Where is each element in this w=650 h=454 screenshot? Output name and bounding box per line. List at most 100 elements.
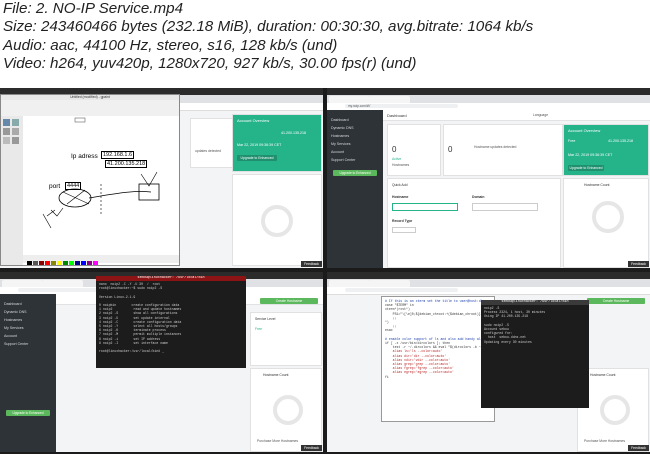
paint-toolbar: [1, 100, 179, 117]
feedback-button[interactable]: Feedback: [301, 261, 322, 267]
browser-urlbar: [327, 287, 650, 295]
terminal-window[interactable]: sebou@linuxhacker: /usr/local/bin noip2 …: [481, 300, 589, 408]
record-type-label: Record Type: [392, 219, 413, 223]
note-ip-local: 192.168.1.6: [101, 151, 135, 159]
terminal-window[interactable]: sebou@linuxhacker: /usr/local/bin nano n…: [96, 276, 246, 368]
sidebar-item-my-services[interactable]: My Services: [4, 326, 24, 330]
purchase-hostnames-link[interactable]: Purchase More Hostnames: [257, 439, 298, 443]
create-hostname-button[interactable]: Create Hostname: [587, 298, 645, 304]
paint-tools: [1, 116, 23, 265]
hostname-gauge: [600, 395, 630, 425]
paint-window: Untitled (modified) - gpaint Ip adress 1…: [0, 94, 180, 266]
color-palette[interactable]: [23, 255, 179, 265]
feedback-button[interactable]: Feedback: [628, 261, 649, 267]
hostname-count-card: Hostname Count Purchase More Hostnames: [250, 368, 322, 452]
account-overview-title: Account Overview: [568, 128, 601, 133]
sidebar-item-hostnames[interactable]: Hostnames: [331, 134, 349, 138]
active-label: Active: [392, 157, 402, 161]
system-topbar: [327, 272, 650, 279]
service-level-title: Service Level: [255, 317, 276, 321]
select-tool-icon[interactable]: [3, 119, 10, 126]
thumbnail-1: updates detected Account Overview 41.200…: [0, 88, 323, 268]
tab-noip[interactable]: [329, 280, 370, 287]
terminal-output: noip2 -S Process 2324, 1 host, 30 minutes…: [481, 305, 589, 345]
account-overview-title: Account Overview: [237, 118, 270, 123]
text-editor[interactable]: # If this is an xterm set the title to u…: [381, 296, 495, 422]
feedback-button[interactable]: Feedback: [301, 445, 322, 451]
account-overview-card: Account Overview Free 41.200.135.218 Mar…: [563, 124, 649, 176]
domain-select[interactable]: [472, 203, 538, 211]
sidebar-item-hostnames[interactable]: Hostnames: [4, 318, 22, 322]
noip-sidebar: Dashboard Dynamic DNS Hostnames My Servi…: [0, 294, 56, 452]
sidebar-item-support[interactable]: Support Center: [331, 158, 355, 162]
hostname-count-title: Hostname Count: [584, 183, 610, 187]
record-type-option[interactable]: [392, 227, 416, 233]
domain-label: Domain: [472, 195, 485, 199]
tab-other[interactable]: [369, 280, 410, 287]
hostname-count-card: Hostname Count: [563, 178, 649, 268]
sidebar-item-dynamic-dns[interactable]: Dynamic DNS: [4, 310, 27, 314]
account-overview-card: Account Overview 41.200.135.218 Mar 22, …: [232, 114, 322, 172]
create-hostname-button[interactable]: Create Hostname: [260, 298, 318, 304]
text-tool-icon[interactable]: [3, 137, 10, 144]
thumbnail-3: Dashboard Dynamic DNS Hostnames My Servi…: [0, 272, 323, 452]
tab-other[interactable]: [42, 280, 83, 287]
fill-tool-icon[interactable]: [12, 137, 19, 144]
tab-noip[interactable]: [329, 96, 370, 103]
browser-tabs: [327, 95, 650, 103]
url-input[interactable]: my.noip.com/#!/: [345, 104, 458, 108]
note-ip-label: Ip adress: [71, 153, 98, 160]
sidebar-upgrade-button[interactable]: Upgrade to Enhanced: [6, 410, 50, 416]
browser-tabs: [327, 279, 650, 287]
pencil-tool-icon[interactable]: [12, 119, 19, 126]
text-line: fi: [385, 374, 389, 379]
hostname-gauge: [592, 201, 624, 233]
thumbnail-2: my.noip.com/#!/ Dashboard Dynamic DNS Ho…: [327, 88, 650, 268]
sidebar-item-dynamic-dns[interactable]: Dynamic DNS: [331, 126, 354, 130]
hostname-input[interactable]: [392, 203, 458, 211]
upgrade-button[interactable]: Upgrade to Enhanced: [568, 165, 604, 171]
brush-tool-icon[interactable]: [3, 128, 10, 135]
note-port-value: 4444: [65, 182, 82, 190]
sidebar-item-dashboard[interactable]: Dashboard: [4, 302, 22, 306]
noip-sidebar: Dashboard Dynamic DNS Hostnames My Servi…: [327, 110, 383, 268]
updates-card: 0 Hostname updates detected: [443, 124, 563, 176]
ip-value: 41.200.135.218: [281, 131, 306, 135]
hostname-label: Hostname: [392, 195, 409, 199]
date-value: Mar 22, 2019 09:36:39 CET: [568, 153, 613, 157]
active-hostnames-card: 0 Active Hostnames: [387, 124, 441, 176]
sidebar-item-account[interactable]: Account: [331, 150, 344, 154]
file-name: File: 2. NO-IP Service.mp4: [3, 0, 184, 17]
sidebar-item-support[interactable]: Support Center: [4, 342, 28, 346]
active-count: 0: [392, 145, 397, 154]
sidebar-upgrade-button[interactable]: Upgrade to Enhanced: [333, 170, 377, 176]
audio-info: Audio: aac, 44100 Hz, stereo, s16, 128 k…: [3, 36, 338, 54]
file-info: File: 2. NO-IP Service.mp4 Size: 2434604…: [3, 0, 650, 86]
paint-canvas[interactable]: [23, 116, 179, 256]
note-ip-public: 41.200.135.218: [105, 160, 148, 168]
updates-label: updates detected: [195, 149, 222, 153]
language-select[interactable]: Language: [533, 113, 548, 117]
tab-noip[interactable]: [2, 280, 43, 287]
text-line: Updating every 30 minutes: [484, 339, 532, 344]
sidebar-item-my-services[interactable]: My Services: [331, 142, 351, 146]
sidebar-item-dashboard[interactable]: Dashboard: [331, 118, 349, 122]
url-input[interactable]: [345, 288, 458, 292]
editor-content: # If this is an xterm set the title to u…: [382, 297, 494, 381]
video-info: Video: h264, yuv420p, 1280x720, 927 kb/s…: [3, 55, 417, 73]
system-topbar: [327, 88, 650, 95]
page-title: Dashboard: [387, 113, 407, 118]
hostname-gauge: [261, 205, 293, 237]
note-port-label: port: [49, 183, 61, 190]
eraser-tool-icon[interactable]: [12, 128, 19, 135]
thumbnail-4: Create Hostname Hostname Count Purchase …: [327, 272, 650, 452]
sidebar-item-account[interactable]: Account: [4, 334, 17, 338]
tab-other[interactable]: [369, 96, 410, 103]
upgrade-button[interactable]: Upgrade to Enhanced: [237, 155, 277, 161]
purchase-hostnames-link[interactable]: Purchase More Hostnames: [584, 439, 625, 443]
updates-label: Hostname updates detected: [474, 145, 517, 149]
feedback-button[interactable]: Feedback: [628, 445, 649, 451]
plan-free: Free: [568, 139, 576, 143]
updates-count: 0: [448, 145, 453, 154]
quick-add-card: Quick Add Hostname Domain Record Type: [387, 178, 561, 268]
